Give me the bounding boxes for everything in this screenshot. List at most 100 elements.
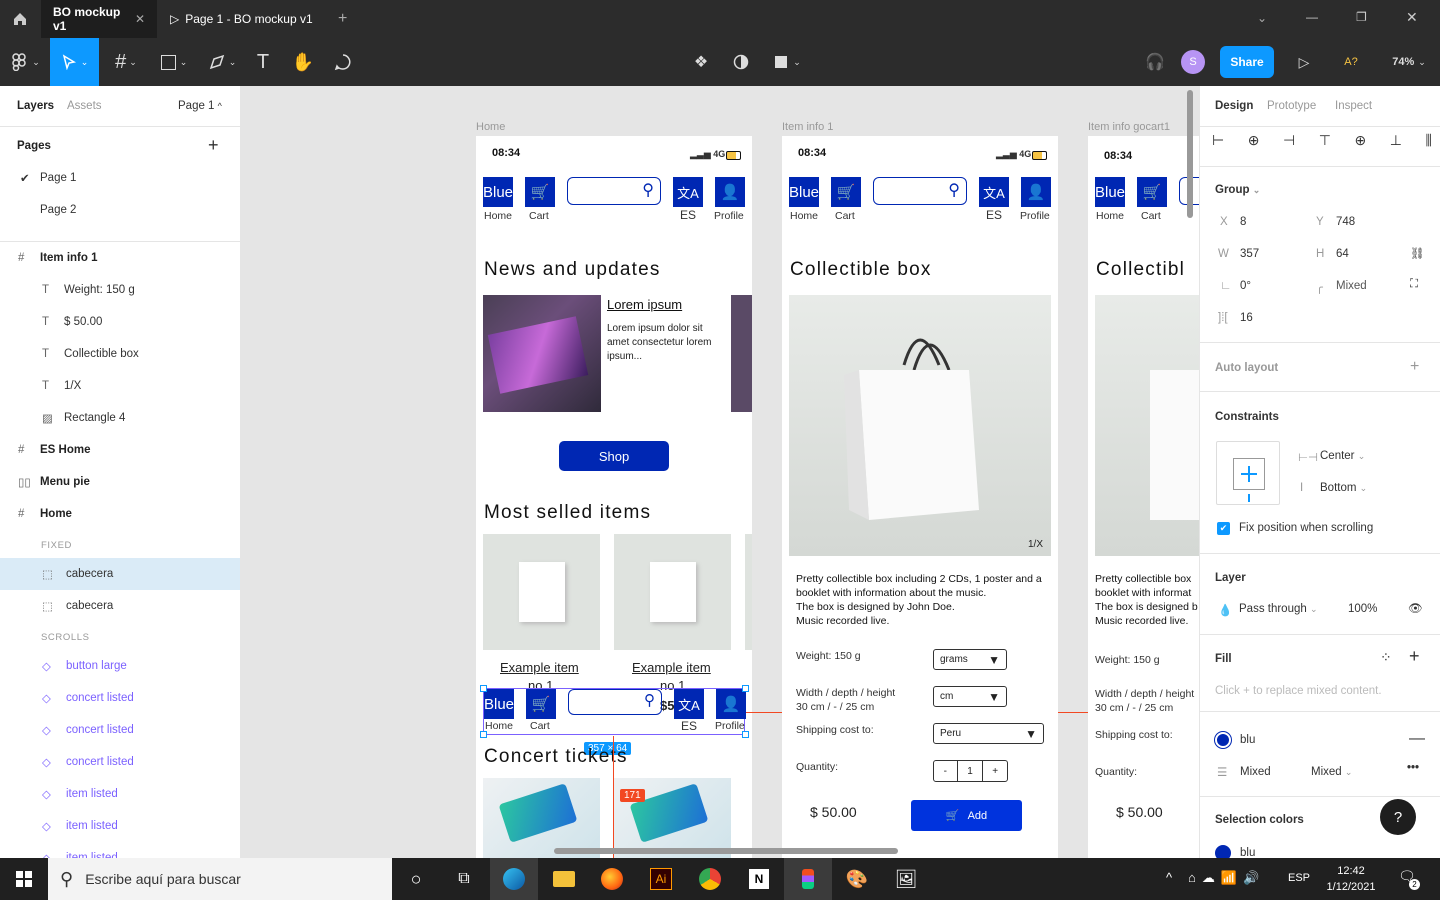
layer-item-instance[interactable]: ◇ concert listed	[0, 714, 240, 746]
help-button[interactable]: ?	[1380, 799, 1416, 835]
item-info-frame[interactable]: 08:34 ▂▃▅ 4G Blue Home 🛒 Cart ⚲ 文A ES 👤 …	[782, 136, 1058, 858]
task-view-icon[interactable]: ⧉	[440, 858, 488, 900]
taskbar-search[interactable]: ⚲ Escribe aquí para buscar	[48, 858, 392, 900]
accessibility-label[interactable]: A?	[1336, 38, 1366, 86]
w-field[interactable]: 357	[1240, 248, 1259, 260]
layer-item-instance[interactable]: ◇item listed	[0, 778, 240, 810]
translate-icon[interactable]: 文A	[673, 177, 703, 207]
tab-design[interactable]: Design	[1215, 100, 1253, 112]
cart-icon[interactable]: 🛒	[1137, 177, 1167, 207]
pen-tool[interactable]: ⌄	[200, 38, 244, 86]
selection-handle[interactable]	[480, 685, 487, 692]
radius-field[interactable]: Mixed	[1336, 280, 1367, 292]
add-page-button[interactable]: +	[208, 135, 219, 156]
illustrator-icon[interactable]: Ai	[637, 858, 685, 900]
qty-plus-button[interactable]: +	[983, 761, 1007, 781]
restore-icon[interactable]: ❐	[1356, 10, 1367, 24]
align-center-h-icon[interactable]: ⊕	[1248, 132, 1260, 152]
item-gocart-frame[interactable]: 08:34 Blue Home 🛒 Cart Collectibl Pretty…	[1088, 136, 1199, 858]
headphones-icon[interactable]: 🎧	[1140, 38, 1170, 86]
edge-icon[interactable]	[490, 858, 538, 900]
shipping-select[interactable]: Peru ▼	[933, 723, 1044, 744]
layer-item-instance[interactable]: ◇ concert listed	[0, 682, 240, 714]
main-menu-icon[interactable]: ⌄	[0, 38, 50, 86]
frame-label-item-gocart[interactable]: Item info gocart1	[1088, 121, 1170, 133]
frame-tool[interactable]: # ⌄	[104, 38, 148, 86]
layer-item-instance[interactable]: ◇item listed	[0, 842, 240, 858]
distribute-icon[interactable]: ⫼	[1425, 132, 1431, 152]
move-tool[interactable]: ⌄	[50, 38, 99, 86]
horizontal-scrollbar[interactable]	[554, 848, 898, 854]
layer-item-fixed[interactable]: ⬚ cabecera	[0, 590, 240, 622]
cart-icon[interactable]: 🛒	[831, 177, 861, 207]
vertical-constraint-select[interactable]: Bottom ⌄	[1320, 482, 1367, 494]
tray-chevron-icon[interactable]: ^	[1166, 870, 1172, 885]
layer-item-instance[interactable]: ◇item listed	[0, 810, 240, 842]
profile-icon[interactable]: 👤	[715, 177, 745, 207]
layer-item[interactable]: T 1/X	[0, 370, 240, 402]
opacity-field[interactable]: 100%	[1348, 603, 1377, 615]
layer-item[interactable]: # Home	[0, 498, 240, 530]
qty-minus-button[interactable]: -	[934, 761, 958, 781]
selection-handle[interactable]	[742, 731, 749, 738]
page-selector[interactable]: Page 1 ^	[178, 100, 222, 112]
shape-tool[interactable]: ⌄	[152, 38, 196, 86]
item-title-1[interactable]: Example item	[500, 660, 579, 675]
present-icon[interactable]: ▷	[1290, 38, 1318, 86]
constraints-widget[interactable]	[1216, 441, 1280, 505]
layer-item[interactable]: T Weight: 150 g	[0, 274, 240, 306]
mask-icon[interactable]	[726, 38, 756, 86]
tab-assets[interactable]: Assets	[67, 100, 102, 112]
layer-item-fixed[interactable]: ⬚ cabecera	[0, 558, 240, 590]
hand-icon[interactable]: ✋	[288, 38, 318, 86]
layer-item[interactable]: T Collectible box	[0, 338, 240, 370]
input-language[interactable]: ESP	[1288, 872, 1310, 884]
chevron-down-icon[interactable]: ⌄	[1257, 11, 1267, 25]
layer-item-instance[interactable]: ◇ concert listed	[0, 746, 240, 778]
fix-position-checkbox[interactable]: ✔	[1217, 522, 1230, 535]
component-icon[interactable]: ❖	[686, 38, 716, 86]
eye-icon[interactable]: 👁	[1408, 601, 1423, 615]
mixed-value-1[interactable]: Mixed	[1240, 766, 1271, 778]
tab-prototype[interactable]: Prototype	[1267, 100, 1316, 112]
layer-item-instance[interactable]: ◇ button large	[0, 650, 240, 682]
layer-item[interactable]: # Item info 1	[0, 242, 240, 274]
page-item-1[interactable]: ✔ Page 1	[0, 162, 240, 194]
logo[interactable]: Blue	[1095, 177, 1125, 207]
firefox-icon[interactable]	[588, 858, 636, 900]
align-bottom-icon[interactable]: ⊥	[1390, 132, 1402, 152]
share-button[interactable]: Share	[1220, 46, 1274, 78]
home-frame[interactable]: 08:34 ▂▃▅ 4G Blue Home 🛒 Cart ⚲ 文A ES 👤 …	[476, 136, 752, 858]
weight-unit-select[interactable]: grams ▼	[933, 649, 1007, 670]
selected-header[interactable]: Blue Home 🛒 Cart ⚲ 文A ES 👤 Profile	[483, 688, 746, 735]
align-left-icon[interactable]: ⊢	[1212, 132, 1224, 152]
canvas[interactable]: Home Item info 1 Item info gocart1 08:34…	[241, 86, 1199, 858]
selection-handle[interactable]	[742, 685, 749, 692]
tab-layers[interactable]: Layers	[17, 100, 54, 112]
search-input[interactable]: ⚲	[873, 177, 967, 205]
selection-color-name[interactable]: blu	[1240, 847, 1255, 858]
rotation-field[interactable]: 0°	[1240, 280, 1251, 292]
cart-icon[interactable]: 🛒	[525, 177, 555, 207]
folder-icon[interactable]	[540, 858, 588, 900]
selection-color-swatch[interactable]	[1215, 845, 1231, 858]
tab-inspect[interactable]: Inspect	[1335, 100, 1372, 112]
logo[interactable]: Blue	[789, 177, 819, 207]
h-field[interactable]: 64	[1336, 248, 1349, 260]
layer-item[interactable]: ▯▯ Menu pie	[0, 466, 240, 498]
quantity-stepper[interactable]: - 1 +	[933, 760, 1008, 782]
vertical-scrollbar[interactable]	[1187, 90, 1193, 218]
notion-icon[interactable]: N	[735, 858, 783, 900]
boolean-icon[interactable]: ⌄	[766, 38, 810, 86]
app-icon[interactable]: 🖼	[882, 858, 930, 900]
item-title-2[interactable]: Example item	[632, 660, 711, 675]
horizontal-constraint-select[interactable]: Center ⌄	[1320, 450, 1365, 462]
constrain-proportions-icon[interactable]: ⛓	[1410, 246, 1425, 260]
y-field[interactable]: 748	[1336, 216, 1355, 228]
independent-corners-icon[interactable]: ⛶	[1410, 278, 1418, 291]
search-input[interactable]: ⚲	[567, 177, 661, 205]
close-window-icon[interactable]: ✕	[1406, 9, 1418, 26]
layer-item[interactable]: ▨ Rectangle 4	[0, 402, 240, 434]
comment-icon[interactable]	[328, 38, 358, 86]
avatar[interactable]: S	[1181, 50, 1205, 74]
